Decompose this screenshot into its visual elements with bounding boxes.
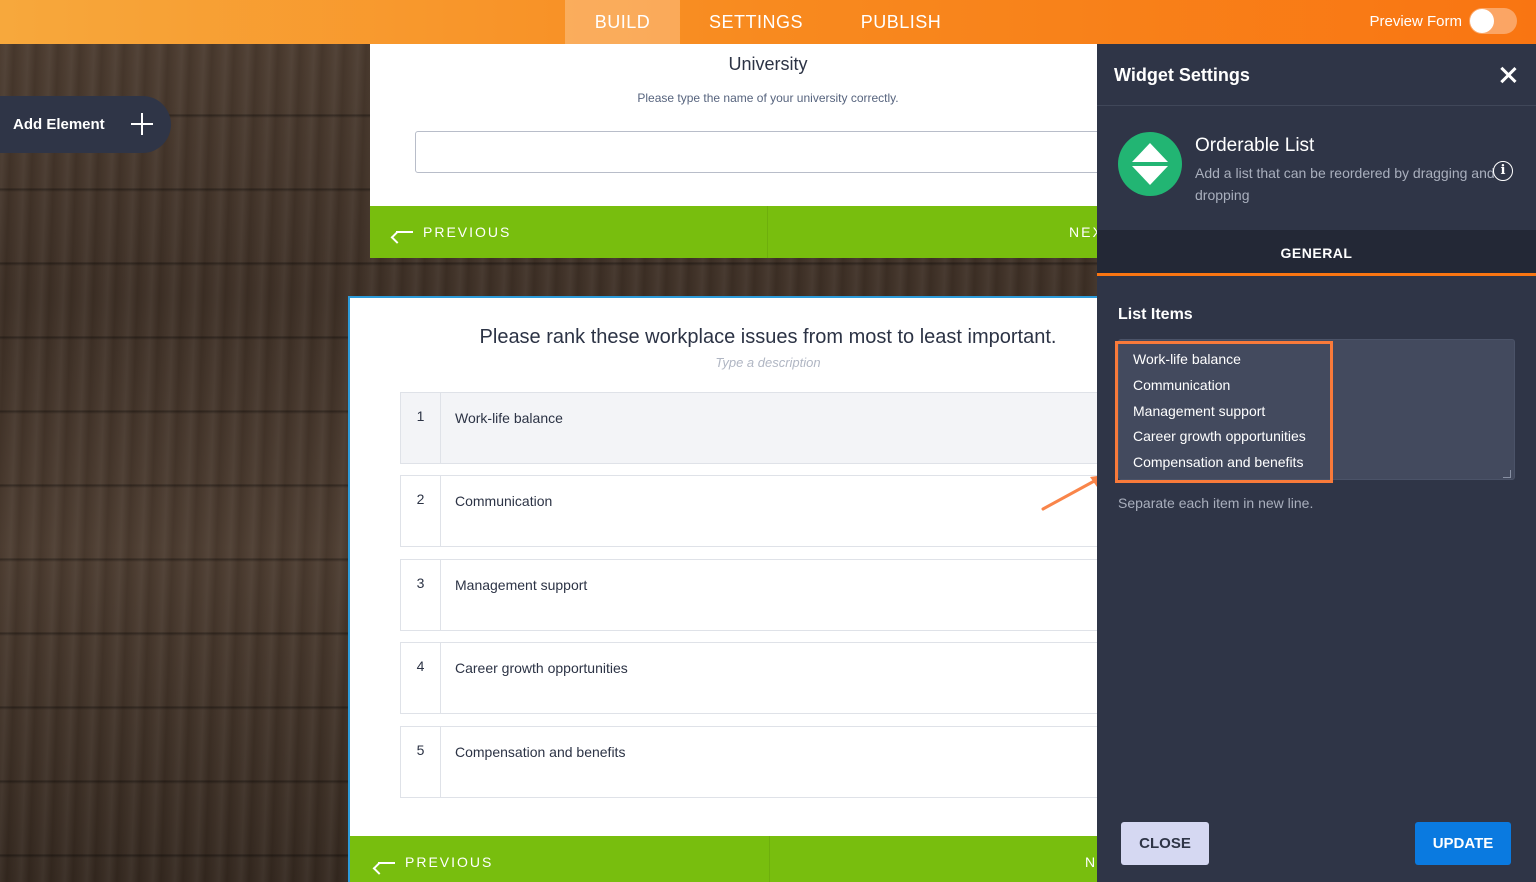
- page-nav-bar: PREVIOUS N: [350, 836, 1097, 882]
- add-element-button[interactable]: Add Element: [0, 96, 171, 153]
- resize-handle-icon[interactable]: [1503, 470, 1511, 478]
- question-title[interactable]: Please rank these workplace issues from …: [350, 326, 1097, 349]
- list-item-text: Work-life balance: [455, 410, 563, 426]
- tab-settings[interactable]: SETTINGS: [695, 0, 817, 44]
- list-item-text: Career growth opportunities: [455, 660, 628, 676]
- list-item-text: Communication: [455, 493, 553, 509]
- orderable-list-card[interactable]: Please rank these workplace issues from …: [348, 296, 1097, 882]
- list-item[interactable]: 3 Management support: [400, 559, 1097, 631]
- list-items-label: List Items: [1118, 306, 1193, 323]
- widget-description: Add a list that can be reordered by drag…: [1195, 165, 1495, 203]
- next-button[interactable]: N: [1085, 836, 1097, 882]
- page-nav-bar: PREVIOUS NEX: [370, 206, 1097, 258]
- list-item[interactable]: 1 Work-life balance: [400, 392, 1097, 464]
- widget-settings-panel: Widget Settings Orderable List Add a lis…: [1097, 44, 1536, 882]
- info-icon[interactable]: i: [1493, 161, 1513, 181]
- arrow-left-icon: [378, 862, 395, 864]
- next-button[interactable]: NEX: [1069, 206, 1097, 258]
- helper-text: Separate each item in new line.: [1118, 495, 1314, 511]
- question-description[interactable]: Type a description: [350, 355, 1097, 370]
- previous-label: PREVIOUS: [423, 224, 512, 240]
- plus-icon: [131, 113, 153, 135]
- university-question-card: University Please type the name of your …: [370, 44, 1097, 258]
- list-item-number: 1: [401, 393, 441, 463]
- previous-button[interactable]: PREVIOUS: [350, 836, 770, 882]
- list-item-number: 2: [401, 476, 441, 546]
- list-item-number: 4: [401, 643, 441, 713]
- list-item[interactable]: 5 Compensation and benefits: [400, 726, 1097, 798]
- preview-form-label: Preview Form: [1369, 13, 1462, 30]
- previous-label: PREVIOUS: [405, 854, 494, 870]
- tab-general[interactable]: GENERAL: [1097, 230, 1536, 276]
- question-title: University: [728, 54, 808, 74]
- list-item-number: 3: [401, 560, 441, 630]
- orderable-list-icon: [1118, 132, 1182, 196]
- list-item[interactable]: 2 Communication: [400, 475, 1097, 547]
- add-element-label: Add Element: [13, 116, 105, 133]
- preview-form-toggle[interactable]: [1469, 8, 1517, 34]
- panel-title: Widget Settings: [1114, 65, 1250, 85]
- panel-header: Widget Settings: [1097, 44, 1536, 106]
- toggle-knob: [1470, 9, 1494, 33]
- tab-publish[interactable]: PUBLISH: [845, 0, 957, 44]
- annotation-highlight-box: [1115, 341, 1333, 483]
- close-icon[interactable]: [1499, 66, 1517, 84]
- list-item-text: Management support: [455, 577, 588, 593]
- list-item-text: Compensation and benefits: [455, 744, 626, 760]
- question-sublabel: Please type the name of your university …: [637, 91, 899, 105]
- top-toolbar: BUILD SETTINGS PUBLISH Preview Form: [0, 0, 1536, 44]
- university-input[interactable]: [415, 131, 1097, 173]
- close-button[interactable]: CLOSE: [1121, 822, 1209, 865]
- arrow-left-icon: [396, 231, 413, 233]
- list-item-number: 5: [401, 727, 441, 797]
- list-item[interactable]: 4 Career growth opportunities: [400, 642, 1097, 714]
- previous-button[interactable]: PREVIOUS: [370, 206, 768, 258]
- update-button[interactable]: UPDATE: [1415, 822, 1511, 865]
- tab-build[interactable]: BUILD: [565, 0, 680, 44]
- widget-name: Orderable List: [1195, 135, 1315, 156]
